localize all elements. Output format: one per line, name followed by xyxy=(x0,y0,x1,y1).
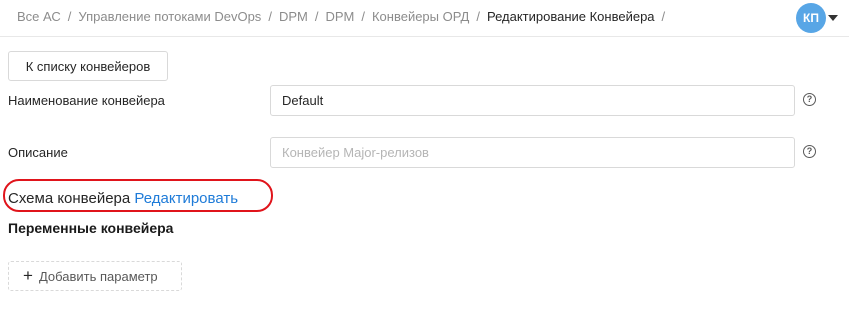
description-input[interactable] xyxy=(270,137,795,168)
add-parameter-button[interactable]: + Добавить параметр xyxy=(8,261,182,291)
breadcrumb-separator: / xyxy=(268,9,272,24)
top-bar: Все АС / Управление потоками DevOps / DP… xyxy=(0,0,849,37)
plus-icon: + xyxy=(23,265,33,285)
avatar[interactable]: КП xyxy=(796,3,826,33)
breadcrumb-separator: / xyxy=(67,9,72,24)
breadcrumb-item-pipelines[interactable]: Конвейеры ОРД xyxy=(372,9,469,24)
breadcrumb-separator: / xyxy=(361,9,365,24)
breadcrumb: Все АС / Управление потоками DevOps / DP… xyxy=(17,9,672,24)
caret-down-icon[interactable] xyxy=(828,15,838,21)
breadcrumb-separator: / xyxy=(661,9,666,24)
back-to-list-button[interactable]: К списку конвейеров xyxy=(8,51,168,81)
add-parameter-label: Добавить параметр xyxy=(38,268,158,284)
user-menu[interactable]: КП xyxy=(796,3,838,33)
breadcrumb-current: Редактирование Конвейера xyxy=(486,9,655,24)
question-circle-icon[interactable]: ? xyxy=(803,145,816,158)
breadcrumb-item-dpm[interactable]: DPM xyxy=(279,9,308,24)
pipeline-name-input[interactable] xyxy=(270,85,795,116)
pipeline-schema-row: Схема конвейера Редактировать xyxy=(8,190,238,207)
breadcrumb-item-devops-flow[interactable]: Управление потоками DevOps xyxy=(78,9,261,24)
breadcrumb-item-dpm-2[interactable]: DPM xyxy=(325,9,354,24)
pipeline-schema-label: Схема конвейера xyxy=(8,190,131,207)
breadcrumb-separator: / xyxy=(476,9,480,24)
pipeline-variables-title: Переменные конвейера xyxy=(8,220,174,236)
question-circle-icon[interactable]: ? xyxy=(803,93,816,106)
breadcrumb-item-all-as[interactable]: Все АС xyxy=(17,9,61,24)
edit-schema-link[interactable]: Редактировать xyxy=(134,190,238,207)
pipeline-name-label: Наименование конвейера xyxy=(8,93,165,108)
breadcrumb-separator: / xyxy=(314,9,319,24)
description-label: Описание xyxy=(8,145,68,160)
